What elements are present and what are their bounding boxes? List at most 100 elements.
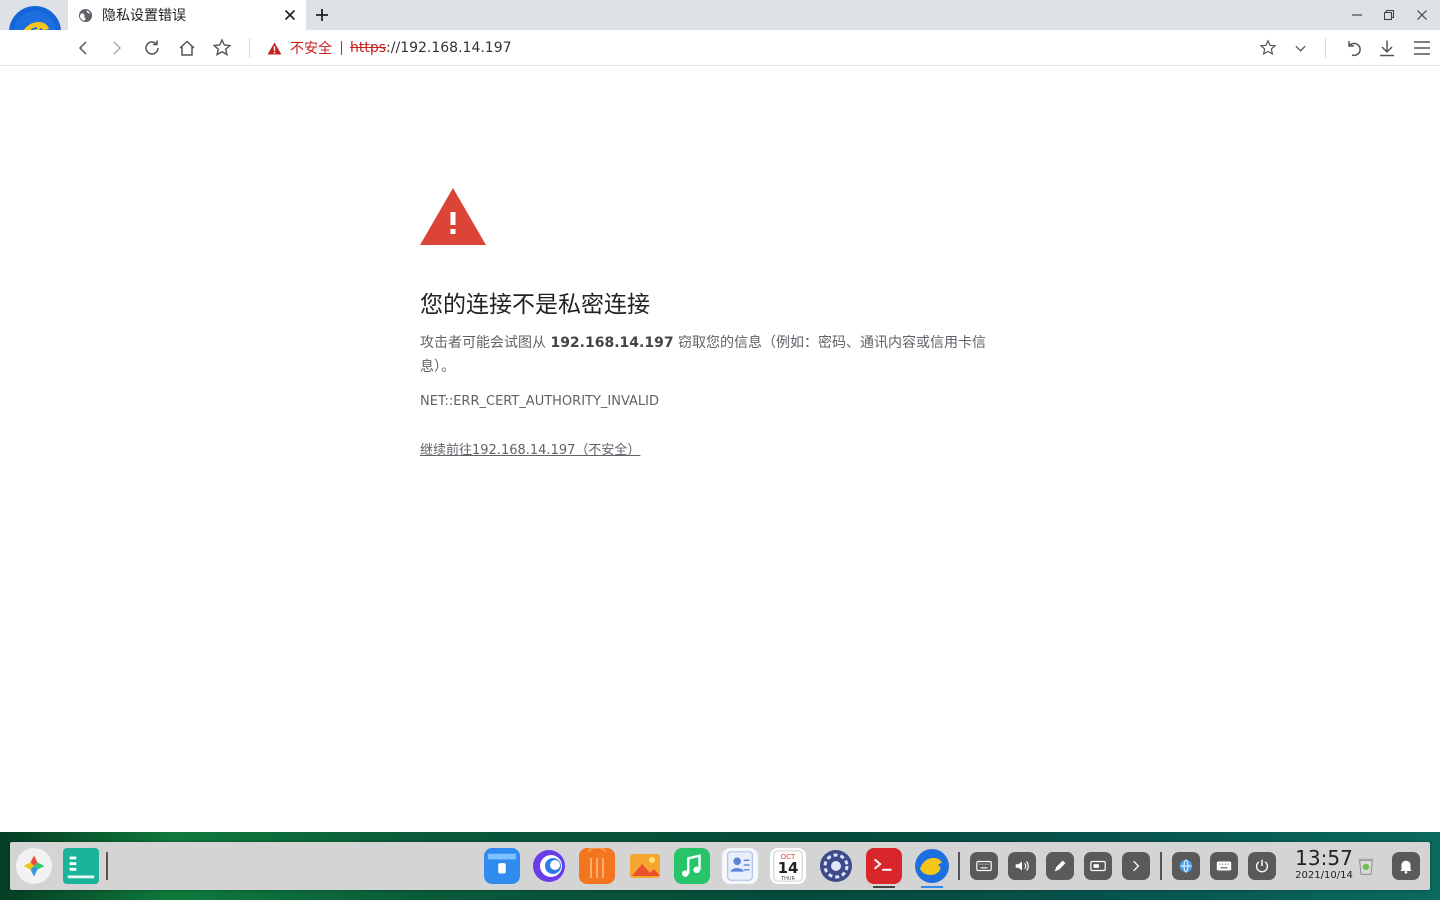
description-prefix: 攻击者可能会试图从: [420, 335, 551, 351]
calendar-weekday: THUR: [781, 876, 795, 882]
minimize-icon: [1352, 14, 1362, 16]
menu-icon: [1414, 41, 1430, 55]
security-label: 不安全: [290, 41, 332, 57]
recycle-bin-button[interactable]: [1350, 848, 1382, 884]
task-view-button[interactable]: [63, 848, 99, 884]
undo-icon: [1348, 41, 1361, 57]
security-indicator[interactable]: 不安全: [267, 38, 342, 58]
chevron-down-icon: [1294, 45, 1306, 52]
url-host: ://192.168.14.197: [386, 40, 512, 56]
clock-time[interactable]: 13:57: [1289, 846, 1359, 870]
description-host: 192.168.14.197: [550, 335, 674, 351]
new-tab-button[interactable]: [313, 6, 331, 24]
start-menu-icon: [23, 855, 45, 877]
terminal-button[interactable]: [866, 848, 902, 884]
expand-arrow-icon: [1133, 860, 1140, 872]
screen-button[interactable]: [1084, 852, 1112, 880]
browser-running-indicator: [921, 886, 943, 888]
taskbar-separator: [106, 852, 108, 880]
reload-button[interactable]: [141, 37, 163, 59]
menu-button[interactable]: [1411, 37, 1433, 59]
app-store-button[interactable]: [579, 848, 615, 884]
browser-icon: [915, 849, 949, 883]
warning-triangle-icon: [267, 41, 282, 55]
toolbar-separator-right: [1325, 38, 1326, 58]
url-scheme: https: [350, 40, 387, 56]
settings-button[interactable]: [818, 848, 854, 884]
notification-bell-icon: [1400, 860, 1412, 874]
window-close-button[interactable]: [1414, 7, 1430, 23]
browser-button[interactable]: [914, 848, 950, 884]
input-method-button[interactable]: [1210, 852, 1238, 880]
reload-icon: [145, 40, 159, 55]
favorite-button[interactable]: [1257, 37, 1279, 59]
file-manager-button[interactable]: [484, 848, 520, 884]
home-icon: [179, 40, 195, 56]
terminal-running-indicator: [873, 886, 895, 888]
input-method-icon: [1216, 861, 1232, 871]
back-button[interactable]: [72, 37, 94, 59]
security-divider: [341, 41, 342, 55]
tray-separator: [1160, 852, 1162, 880]
tab-title: 隐私设置错误: [102, 8, 186, 24]
image-viewer-button[interactable]: [627, 848, 663, 884]
pen-icon: [1054, 860, 1066, 872]
keyboard-icon: [976, 860, 992, 872]
favorite-star-icon: [1259, 39, 1277, 56]
home-button[interactable]: [176, 37, 198, 59]
calendar-day: 14: [777, 859, 799, 877]
address-bar[interactable]: https://192.168.14.197: [350, 38, 512, 58]
expand-tray-button[interactable]: [1122, 852, 1150, 880]
volume-icon: [1015, 861, 1029, 871]
task-view-icon: [65, 850, 97, 882]
globe-icon: [78, 8, 93, 23]
network-icon: [1179, 859, 1193, 873]
close-icon: [1417, 10, 1427, 20]
screen-icon: [1090, 860, 1106, 872]
recycle-bin-icon: [1358, 858, 1374, 875]
volume-button[interactable]: [1008, 852, 1036, 880]
pen-button[interactable]: [1046, 852, 1074, 880]
undo-button[interactable]: [1342, 37, 1364, 59]
dock-separator: [958, 852, 960, 880]
bookmark-button[interactable]: [211, 37, 233, 59]
plus-icon: [316, 9, 328, 21]
restore-button[interactable]: [1381, 7, 1397, 23]
page-title: 您的连接不是私密连接: [420, 292, 650, 318]
keyboard-button[interactable]: [970, 852, 998, 880]
proceed-unsafe-link[interactable]: 继续前往192.168.14.197（不安全）: [420, 439, 640, 458]
address-dropdown-button[interactable]: [1289, 37, 1311, 59]
calendar-button[interactable]: OCT 14 THUR: [770, 848, 806, 884]
minimize-button[interactable]: [1349, 7, 1365, 23]
toolbar-separator: [249, 38, 250, 58]
warning-icon: [420, 188, 486, 245]
contacts-button[interactable]: [722, 848, 758, 884]
download-icon: [1380, 40, 1394, 57]
download-button[interactable]: [1376, 37, 1398, 59]
active-tab[interactable]: 隐私设置错误: [68, 0, 306, 30]
power-button[interactable]: [1248, 852, 1276, 880]
back-icon: [78, 41, 87, 55]
music-button[interactable]: [674, 848, 710, 884]
app-store-icon: [580, 848, 614, 882]
bookmark-star-icon: [212, 38, 232, 56]
browser-toolbar: 不安全 https://192.168.14.197: [0, 30, 1440, 66]
browser-swirl-button[interactable]: [531, 848, 567, 884]
tab-close-icon[interactable]: [282, 7, 298, 23]
power-icon: [1255, 859, 1269, 873]
file-manager-icon: [487, 853, 517, 880]
start-menu-button[interactable]: [16, 848, 52, 884]
music-icon: [676, 850, 708, 882]
taskbar: OCT 14 THUR 13:57 2021/10/14: [10, 842, 1430, 890]
image-viewer-icon: [630, 854, 660, 878]
error-code: NET::ERR_CERT_AUTHORITY_INVALID: [420, 394, 660, 409]
network-button[interactable]: [1172, 852, 1200, 880]
browser-swirl-icon: [533, 850, 565, 882]
contacts-icon: [727, 851, 753, 881]
tab-strip: 隐私设置错误: [0, 0, 1440, 30]
forward-icon: [113, 41, 122, 55]
notification-button[interactable]: [1392, 852, 1420, 880]
error-description: 攻击者可能会试图从 192.168.14.197 窃取您的信息（例如：密码、通讯…: [420, 331, 1020, 379]
restore-icon: [1383, 9, 1395, 21]
forward-button[interactable]: [106, 37, 128, 59]
